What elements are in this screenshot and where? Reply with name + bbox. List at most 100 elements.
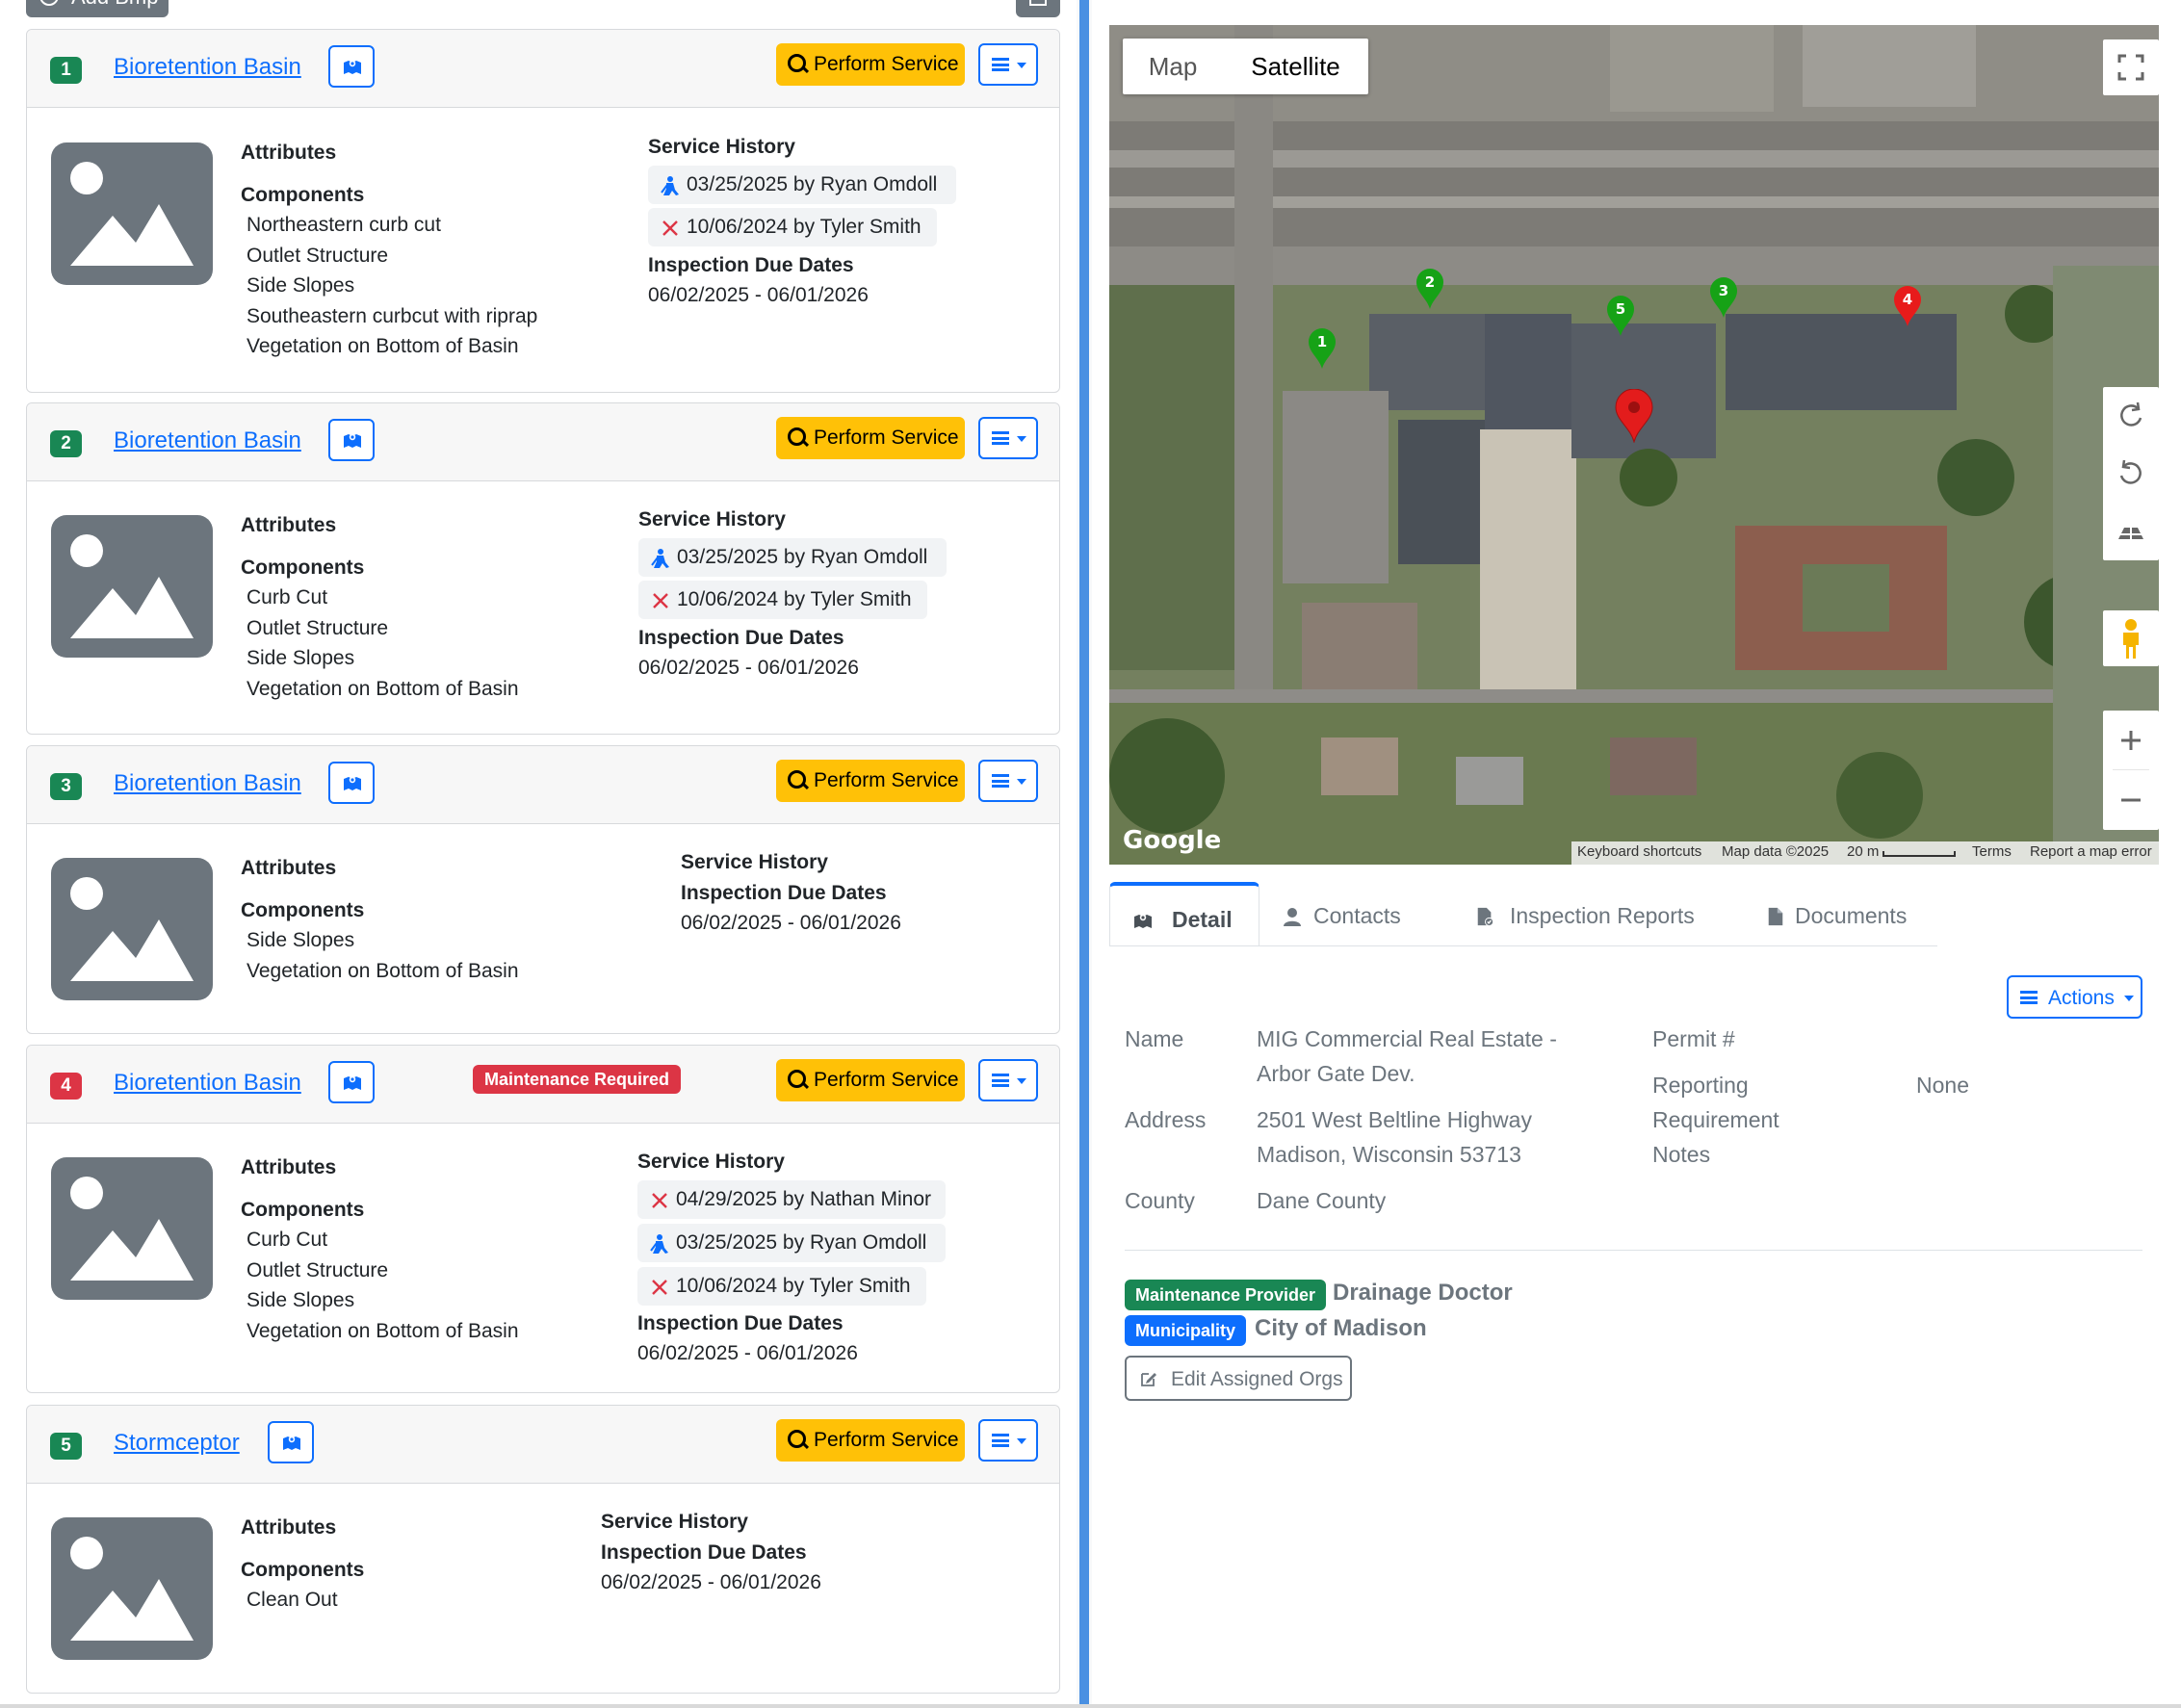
- fullscreen-icon: [2117, 54, 2144, 81]
- service-history-item[interactable]: 03/25/2025 by Ryan Omdoll: [648, 166, 956, 204]
- perform-service-button[interactable]: Perform Service: [776, 760, 965, 802]
- bmp-menu-button[interactable]: [978, 760, 1038, 802]
- service-history-item[interactable]: 03/25/2025 by Ryan Omdoll: [638, 538, 947, 577]
- bmp-menu-button[interactable]: [978, 43, 1038, 86]
- component-item: Side Slopes: [247, 647, 355, 669]
- bmp-card-header: 3 Bioretention Basin Perform Service: [27, 746, 1059, 824]
- show-on-map-button[interactable]: [328, 1061, 375, 1103]
- close-icon: [653, 593, 668, 608]
- keyboard-shortcuts-link[interactable]: Keyboard shortcuts: [1577, 843, 1701, 860]
- chevron-down-icon: [1017, 436, 1026, 442]
- worker-digging-icon: [650, 1234, 668, 1254]
- service-history-item[interactable]: 03/25/2025 by Ryan Omdoll: [637, 1224, 946, 1262]
- tab-inspection-reports[interactable]: Inspection Reports: [1475, 882, 1726, 945]
- page-bottom-border: [0, 1704, 2181, 1708]
- service-history-item[interactable]: 10/06/2024 by Tyler Smith: [637, 1267, 926, 1306]
- map-marker[interactable]: 3: [1709, 276, 1738, 319]
- panel-resize-handle[interactable]: [1077, 0, 1092, 1708]
- tab-documents[interactable]: Documents: [1766, 882, 1930, 945]
- map-location-icon: [344, 60, 361, 74]
- layout-toggle-button[interactable]: [1016, 0, 1060, 17]
- perform-service-button[interactable]: Perform Service: [776, 1059, 965, 1101]
- map-marker[interactable]: 4: [1893, 285, 1922, 327]
- map-marker[interactable]: 2: [1415, 268, 1444, 310]
- attributes-heading: Attributes: [241, 142, 337, 164]
- map-type-map-button[interactable]: Map: [1123, 39, 1223, 94]
- actions-dropdown-button[interactable]: Actions: [2007, 975, 2142, 1019]
- satellite-map[interactable]: 1 2 3 4 5 Map Satellite Google Keyboard …: [1109, 25, 2159, 865]
- bmp-image-placeholder: [51, 1517, 213, 1660]
- service-history-item[interactable]: 10/06/2024 by Tyler Smith: [638, 581, 927, 619]
- edit-icon: [1141, 1373, 1156, 1386]
- show-on-map-button[interactable]: [328, 419, 375, 461]
- add-bmp-button[interactable]: Add Bmp: [26, 0, 169, 17]
- county-label: County: [1125, 1188, 1195, 1213]
- tilt-icon[interactable]: [2103, 503, 2159, 560]
- name-value-line: MIG Commercial Real Estate -: [1257, 1026, 1557, 1051]
- map-location-icon: [344, 776, 361, 790]
- show-on-map-button[interactable]: [328, 45, 375, 88]
- bmp-menu-button[interactable]: [978, 1419, 1038, 1462]
- component-item: Vegetation on Bottom of Basin: [247, 1320, 519, 1342]
- close-icon: [652, 1280, 667, 1295]
- plus-circle-icon: [39, 0, 59, 6]
- attributes-heading: Attributes: [241, 857, 337, 879]
- perform-service-button[interactable]: Perform Service: [776, 417, 965, 459]
- component-item: Outlet Structure: [247, 1259, 389, 1281]
- tab-contacts[interactable]: Contacts: [1283, 882, 1427, 945]
- zoom-in-icon[interactable]: [2103, 711, 2159, 770]
- component-item: Clean Out: [247, 1589, 338, 1611]
- inspection-due-heading: Inspection Due Dates: [681, 882, 887, 904]
- service-history-item[interactable]: 04/29/2025 by Nathan Minor: [637, 1180, 946, 1219]
- reporting-label-line: Requirement: [1652, 1107, 1779, 1132]
- address-value-line: Madison, Wisconsin 53713: [1257, 1142, 1521, 1167]
- map-location-icon: [283, 1436, 300, 1450]
- svg-text:3: 3: [1719, 282, 1728, 299]
- bmp-card: 1 Bioretention Basin Perform Service Att…: [26, 29, 1060, 393]
- reporting-label-line: Notes: [1652, 1142, 1711, 1167]
- site-location-pin-icon[interactable]: [1615, 389, 1653, 443]
- google-logo: Google: [1123, 826, 1222, 855]
- svg-text:2: 2: [1425, 273, 1435, 291]
- map-marker[interactable]: 5: [1606, 295, 1635, 337]
- report-map-error-link[interactable]: Report a map error: [2030, 843, 2152, 860]
- chevron-down-icon: [1017, 1438, 1026, 1444]
- name-value-line: Arbor Gate Dev.: [1257, 1061, 1415, 1086]
- bmp-title-link[interactable]: Bioretention Basin: [114, 1070, 301, 1097]
- bmp-menu-button[interactable]: [978, 417, 1038, 459]
- fullscreen-button[interactable]: [2103, 39, 2159, 95]
- bmp-title-link[interactable]: Stormceptor: [114, 1430, 240, 1457]
- service-history-item[interactable]: 10/06/2024 by Tyler Smith: [648, 208, 937, 246]
- edit-assigned-orgs-button[interactable]: Edit Assigned Orgs: [1125, 1356, 1352, 1401]
- bmp-image-placeholder: [51, 858, 213, 1000]
- terms-link[interactable]: Terms: [1972, 843, 2012, 860]
- bmp-menu-button[interactable]: [978, 1059, 1038, 1101]
- perform-service-button[interactable]: Perform Service: [776, 43, 965, 86]
- perform-service-button[interactable]: Perform Service: [776, 1419, 965, 1462]
- address-value-line: 2501 West Beltline Highway: [1257, 1107, 1532, 1132]
- inspection-due-dates: 06/02/2025 - 06/01/2026: [681, 912, 901, 934]
- maintenance-required-badge: Maintenance Required: [473, 1065, 682, 1094]
- satellite-imagery: [1109, 25, 2159, 865]
- bmp-title-link[interactable]: Bioretention Basin: [114, 770, 301, 797]
- street-view-pegman[interactable]: [2103, 610, 2159, 666]
- tab-detail[interactable]: Detail: [1109, 882, 1259, 945]
- svg-text:4: 4: [1903, 291, 1912, 308]
- inspection-due-dates: 06/02/2025 - 06/01/2026: [637, 1342, 858, 1364]
- show-on-map-button[interactable]: [328, 762, 375, 804]
- inspection-due-dates: 06/02/2025 - 06/01/2026: [648, 284, 869, 306]
- rotate-counterclockwise-icon[interactable]: [2103, 445, 2159, 503]
- component-item: Side Slopes: [247, 1289, 355, 1311]
- inspection-due-heading: Inspection Due Dates: [601, 1541, 807, 1564]
- service-history-heading: Service History: [637, 1151, 785, 1173]
- map-marker[interactable]: 1: [1308, 327, 1337, 370]
- map-data-label: Map data ©2025: [1722, 843, 1830, 860]
- inspection-due-heading: Inspection Due Dates: [638, 627, 844, 649]
- bmp-title-link[interactable]: Bioretention Basin: [114, 427, 301, 454]
- rotate-clockwise-icon[interactable]: [2103, 387, 2159, 445]
- show-on-map-button[interactable]: [268, 1421, 314, 1463]
- map-type-satellite-button[interactable]: Satellite: [1223, 39, 1368, 94]
- image-icon: [70, 877, 194, 981]
- zoom-out-icon[interactable]: [2103, 770, 2159, 830]
- bmp-title-link[interactable]: Bioretention Basin: [114, 54, 301, 81]
